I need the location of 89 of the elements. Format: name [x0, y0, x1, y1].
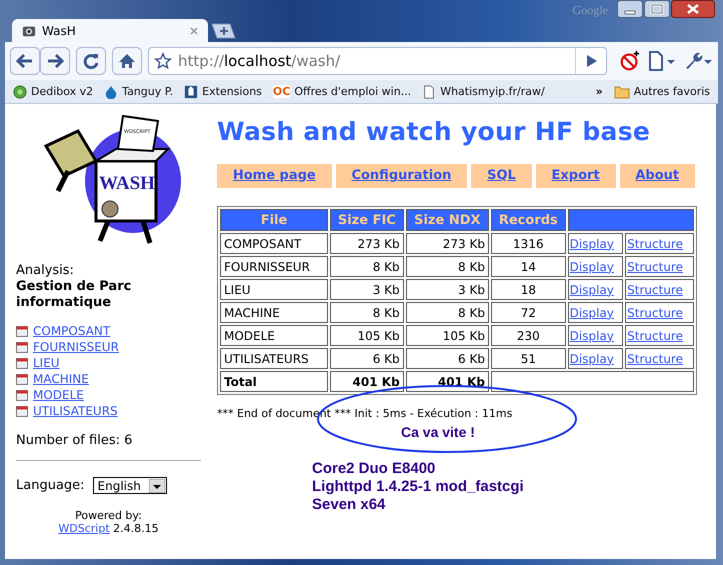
file-link[interactable]: LIEU	[33, 356, 60, 370]
bookmark-item[interactable]: Dedibox v2	[13, 84, 94, 98]
table-cell: FOURNISSEUR	[220, 256, 328, 277]
bookmark-item[interactable]: Whatismyip.fr/raw/	[422, 84, 545, 98]
table-cell: 6 Kb	[330, 348, 404, 369]
nav-link[interactable]: Configuration	[336, 164, 468, 188]
folder-icon	[614, 84, 630, 98]
server-info-line: Seven x64	[312, 496, 386, 514]
table-cell: MODELE	[220, 325, 328, 346]
page-menu-icon[interactable]	[647, 50, 677, 72]
table-cell: 51	[490, 348, 566, 369]
version-text: 2.4.8.15	[113, 522, 159, 535]
table-cell: 8 Kb	[406, 302, 489, 323]
table-cell: 273 Kb	[406, 233, 489, 254]
table-icon	[16, 374, 28, 384]
table-cell: UTILISATEURS	[220, 348, 328, 369]
maximize-button[interactable]	[644, 0, 670, 18]
table-cell: MACHINE	[220, 302, 328, 323]
server-info-line: Lighttpd 1.4.25-1 mod_fastcgi	[312, 478, 525, 496]
table-icon	[16, 326, 28, 336]
nav-link[interactable]: Home page	[217, 164, 332, 188]
table-cell: 230	[490, 325, 566, 346]
table-cell: Total	[220, 371, 328, 392]
table-cell: 273 Kb	[330, 233, 404, 254]
table-cell: 18	[490, 279, 566, 300]
file-link[interactable]: UTILISATEURS	[33, 404, 118, 418]
bookmark-star-icon[interactable]	[154, 52, 172, 70]
table-cell: LIEU	[220, 279, 328, 300]
language-label: Language:	[16, 478, 85, 493]
table-cell: 8 Kb	[330, 302, 404, 323]
table-cell: 105 Kb	[330, 325, 404, 346]
file-link[interactable]: COMPOSANT	[33, 324, 110, 338]
globe-icon	[13, 84, 27, 98]
column-header: Size FIC	[330, 209, 404, 231]
table-cell: 8 Kb	[330, 256, 404, 277]
close-icon[interactable]	[190, 26, 198, 34]
table-cell: 3 Kb	[406, 279, 489, 300]
page-icon	[422, 84, 436, 98]
column-header: Records	[490, 209, 566, 231]
table-icon	[16, 390, 28, 400]
file-count: Number of files: 6	[16, 433, 134, 448]
more-bookmarks-button[interactable]: »	[596, 85, 603, 98]
theme-label: Google	[572, 3, 608, 18]
puzzle-icon	[184, 84, 198, 98]
file-link[interactable]: FOURNISSEUR	[33, 340, 119, 354]
table-cell: 3 Kb	[330, 279, 404, 300]
annotation-text: Ca va vite !	[401, 424, 476, 440]
new-tab-button[interactable]	[210, 23, 236, 39]
nav-link[interactable]: SQL	[471, 164, 532, 188]
column-header: File	[220, 209, 328, 231]
nav-link[interactable]: Export	[536, 164, 616, 188]
table-icon	[16, 406, 28, 416]
camera-icon	[22, 24, 36, 38]
ad-block-icon[interactable]	[619, 50, 641, 72]
server-info-line: Core2 Duo E8400	[312, 460, 436, 478]
table-cell: 14	[490, 256, 566, 277]
close-button[interactable]	[671, 0, 715, 18]
forward-button[interactable]	[40, 47, 70, 75]
bookmark-item[interactable]: OC Offres d'emploi win...	[272, 85, 412, 98]
table-cell: 401 Kb	[330, 371, 404, 392]
drop-icon	[104, 84, 118, 98]
file-link[interactable]: MODELE	[33, 388, 84, 402]
analysis-label: Analysis:	[16, 263, 75, 278]
dropdown-arrow-icon	[148, 478, 165, 492]
reload-button[interactable]	[76, 47, 106, 75]
table-cell: 1316	[490, 233, 566, 254]
wdscript-link[interactable]: WDScript	[58, 522, 110, 535]
bookmark-favicon: OC	[272, 85, 290, 98]
table-cell: 8 Kb	[406, 256, 489, 277]
other-bookmarks-folder[interactable]: Autres favoris	[614, 84, 710, 98]
table-cell: 105 Kb	[406, 325, 489, 346]
language-select[interactable]: English	[92, 477, 167, 494]
file-link[interactable]: MACHINE	[33, 372, 89, 386]
table-icon	[16, 358, 28, 368]
page-title: Wash and watch your HF base	[217, 117, 652, 146]
powered-by-label: Powered by:	[74, 509, 143, 522]
analysis-name: Gestion de Parc informatique	[16, 279, 132, 311]
bookmark-item[interactable]: Tanguy P.	[104, 84, 174, 98]
nav-link[interactable]: About	[620, 164, 696, 188]
table-icon	[16, 342, 28, 352]
minimize-button[interactable]	[617, 0, 643, 18]
bookmark-item[interactable]: Extensions	[184, 84, 262, 98]
back-button[interactable]	[10, 47, 40, 75]
home-button[interactable]	[112, 47, 142, 75]
table-cell: 6 Kb	[406, 348, 489, 369]
table-cell: 72	[490, 302, 566, 323]
column-header: Size NDX	[406, 209, 489, 231]
table-cell: COMPOSANT	[220, 233, 328, 254]
browser-tab[interactable]: WasH	[12, 19, 208, 42]
